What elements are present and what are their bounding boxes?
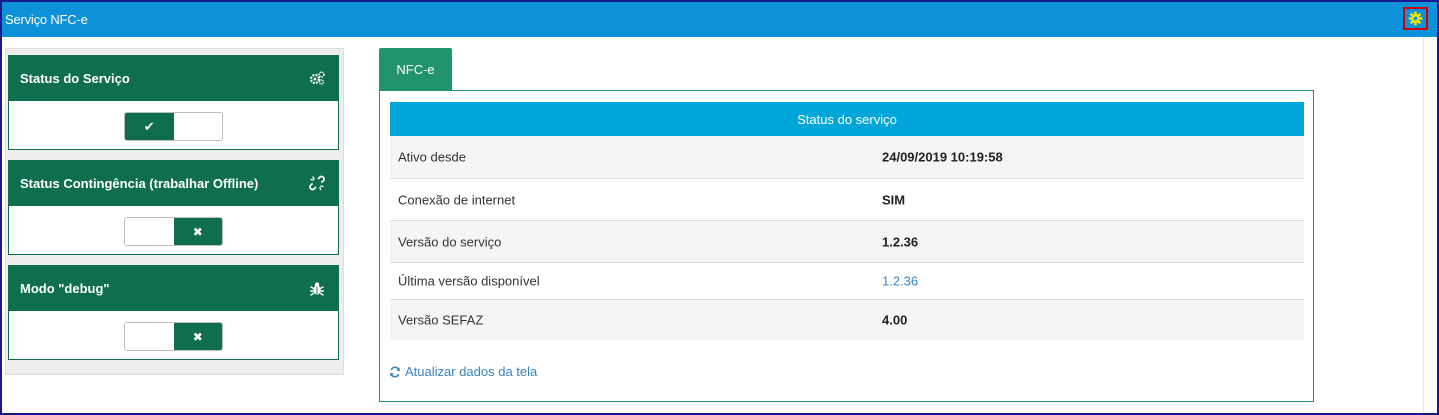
panel-service-status: Status do Serviço ✔ xyxy=(8,55,339,150)
check-icon: ✔ xyxy=(143,118,155,134)
panel-header: Modo "debug" xyxy=(9,266,338,311)
gears-icon xyxy=(308,69,326,87)
table-row: Conexão de internet SIM xyxy=(390,178,1304,220)
toggle-on-side: ✔ xyxy=(125,113,174,140)
table-heading: Status do serviço xyxy=(390,102,1304,136)
title-bar: Serviço NFC-e xyxy=(2,2,1437,37)
toggle-on-side xyxy=(125,323,174,350)
panel-title: Status Contingência (trabalhar Offline) xyxy=(20,176,259,191)
row-label: Versão SEFAZ xyxy=(398,312,484,328)
debug-mode-toggle[interactable]: ✖ xyxy=(124,322,223,351)
panel-header: Status do Serviço xyxy=(9,56,338,101)
toggle-off-side: ✖ xyxy=(173,218,222,245)
panel-title: Modo "debug" xyxy=(20,281,110,296)
window-title: Serviço NFC-e xyxy=(5,12,88,27)
row-label: Versão do serviço xyxy=(398,234,502,249)
toggle-off-side xyxy=(174,113,223,140)
refresh-icon xyxy=(390,365,400,378)
bug-icon xyxy=(308,279,326,297)
panel-header: Status Contingência (trabalhar Offline) xyxy=(9,161,338,206)
row-value: 1.2.36 xyxy=(882,234,919,249)
contingency-toggle[interactable]: ✖ xyxy=(124,217,223,246)
status-table: Status do serviço Ativo desde 24/09/2019… xyxy=(390,102,1304,340)
toggle-off-side: ✖ xyxy=(173,323,222,350)
panel-title: Status do Serviço xyxy=(20,71,130,86)
row-label: Ativo desde xyxy=(398,149,466,165)
settings-button[interactable] xyxy=(1403,7,1428,30)
toggle-on-side xyxy=(125,218,174,245)
table-row: Ativo desde 24/09/2019 10:19:58 xyxy=(390,136,1304,178)
refresh-link[interactable]: Atualizar dados da tela xyxy=(389,364,537,379)
tab-content: Status do serviço Ativo desde 24/09/2019… xyxy=(379,90,1314,402)
close-icon: ✖ xyxy=(192,224,203,239)
table-row: Versão SEFAZ 4.00 xyxy=(390,299,1304,340)
right-divider xyxy=(1423,37,1424,413)
latest-version-link[interactable]: 1.2.36 xyxy=(882,274,918,289)
close-icon: ✖ xyxy=(192,329,203,344)
app-window: Serviço NFC-e Status do Serviço ✔ Status… xyxy=(0,0,1439,415)
row-value: SIM xyxy=(882,192,906,207)
refresh-label: Atualizar dados da tela xyxy=(405,364,538,379)
table-row: Última versão disponível 1.2.36 xyxy=(390,262,1304,299)
row-value: 24/09/2019 10:19:58 xyxy=(882,149,1003,165)
unlink-icon xyxy=(308,174,326,192)
table-row: Versão do serviço 1.2.36 xyxy=(390,220,1304,262)
sidebar: Status do Serviço ✔ Status Contingência … xyxy=(5,48,344,375)
row-label: Conexão de internet xyxy=(398,192,516,207)
panel-debug-mode: Modo "debug" ✖ xyxy=(8,265,339,360)
panel-contingency-status: Status Contingência (trabalhar Offline) … xyxy=(8,160,339,255)
service-status-toggle[interactable]: ✔ xyxy=(124,112,223,141)
row-value: 4.00 xyxy=(882,312,908,328)
gear-icon xyxy=(1408,11,1423,26)
tab-nfce[interactable]: NFC-e xyxy=(379,48,452,90)
row-label: Última versão disponível xyxy=(398,273,540,289)
